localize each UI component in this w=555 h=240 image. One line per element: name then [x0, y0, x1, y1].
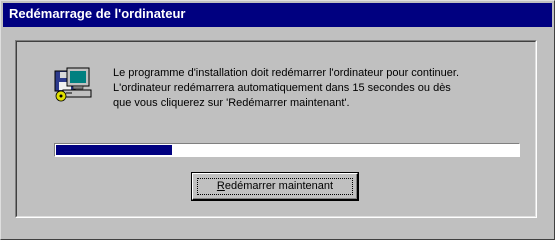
message-line-2: L'ordinateur redémarrera automatiquement…	[113, 82, 451, 94]
title-bar[interactable]: Redémarrage de l'ordinateur	[3, 3, 552, 27]
computer-setup-icon	[54, 67, 92, 102]
message-line-3: que vous cliquerez sur 'Redémarrer maint…	[113, 97, 350, 109]
restart-now-label-rest: edémarrer maintenant	[224, 180, 334, 192]
restart-now-label: Redémarrer maintenant	[193, 180, 357, 192]
content-panel-inner: Le programme d'installation doit redémar…	[16, 41, 536, 217]
restart-dialog: Redémarrage de l'ordinateur Le programme…	[0, 0, 555, 240]
window-title: Redémarrage de l'ordinateur	[9, 6, 186, 21]
restart-now-button[interactable]: Redémarrer maintenant	[191, 172, 359, 201]
restart-now-mnemonic: R	[216, 180, 225, 192]
content-panel: Le programme d'installation doit redémar…	[15, 40, 537, 218]
restart-message: Le programme d'installation doit redémar…	[113, 66, 525, 111]
progress-fill	[56, 145, 172, 155]
message-line-1: Le programme d'installation doit redémar…	[113, 67, 459, 79]
countdown-progress-bar	[54, 143, 520, 157]
